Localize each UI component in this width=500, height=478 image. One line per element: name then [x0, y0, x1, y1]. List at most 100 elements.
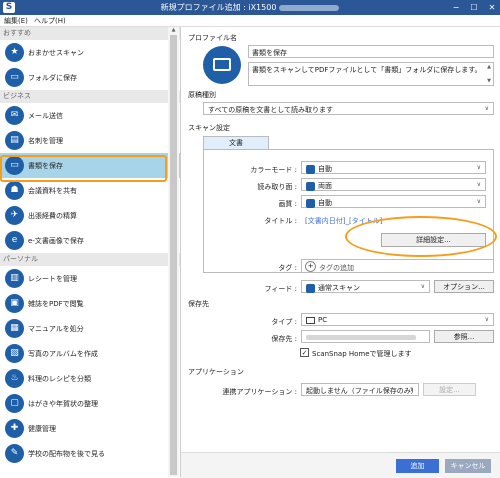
folder-icon: ▭	[5, 156, 24, 175]
sidebar-item[interactable]: ▢ はがきや年賀状の整理	[0, 391, 180, 416]
sidebar-item[interactable]: ▤ 名刺を管理	[0, 128, 180, 153]
detail-settings-button[interactable]: 詳細設定...	[381, 233, 486, 247]
sidebar-scrollbar[interactable]: ▲	[168, 27, 179, 477]
tag-input[interactable]: + タグの追加	[301, 259, 494, 273]
add-tag-icon: +	[305, 261, 316, 272]
profile-name-label: プロファイル名	[188, 34, 237, 42]
sidebar-item-label: 出張経費の精算	[28, 212, 77, 220]
sidebar-item[interactable]: ✈ 出張経費の精算	[0, 203, 180, 228]
browse-button[interactable]: 参照...	[434, 330, 494, 343]
recipe-icon: ♨	[5, 369, 24, 388]
chevron-down-icon: ∨	[409, 386, 414, 393]
chevron-down-icon: ∨	[484, 316, 489, 323]
color-mode-label: カラーモード :	[250, 166, 297, 174]
color-mode-dropdown[interactable]: 自動 ∨	[301, 161, 486, 174]
sidebar-item-label: 写真のアルバムを作成	[28, 350, 98, 358]
scan-settings-label: スキャン設定	[188, 124, 230, 132]
business-card-icon: ▤	[5, 131, 24, 150]
sidebar-item-label: 雑誌をPDFで閲覧	[28, 300, 84, 308]
image-quality-label: 画質 :	[278, 200, 297, 208]
linked-application-dropdown[interactable]: 起動しません（ファイル保存のみ） ∨	[301, 383, 419, 396]
sidebar-item[interactable]: ☗ 会議資料を共有	[0, 178, 180, 203]
sidebar-item[interactable]: ▦ マニュアルを処分	[0, 316, 180, 341]
footer-bar: 追加 キャンセル	[181, 452, 500, 478]
mail-icon: ✉	[5, 106, 24, 125]
sidebar-item[interactable]: ▣ 雑誌をPDFで閲覧	[0, 291, 180, 316]
folder-icon: ▭	[5, 68, 24, 87]
duplex-icon	[306, 181, 315, 191]
scrollbar-thumb[interactable]	[170, 35, 177, 475]
feed-label: フィード :	[264, 285, 297, 293]
profile-name-input[interactable]: 書類を保存	[248, 45, 494, 58]
save-path-input[interactable]	[301, 330, 430, 343]
menu-bar: 編集(E) ヘルプ(H)	[0, 15, 500, 27]
sidebar-item[interactable]: ✎ 学校の配布物を後で見る	[0, 441, 180, 466]
photo-album-icon: ▧	[5, 344, 24, 363]
title-format-link[interactable]: [文書内日付]_[タイトル]	[305, 216, 382, 226]
feed-options-button[interactable]: オプション...	[434, 280, 494, 293]
sidebar-item-label: 健康管理	[28, 425, 56, 433]
sidebar-item[interactable]: ✉ メール送信	[0, 103, 180, 128]
chevron-down-icon: ∨	[484, 105, 489, 112]
main-panel: プロファイル名 書類を保存 書類をスキャンしてPDFファイルとして「書類」フォル…	[181, 27, 500, 477]
image-quality-dropdown[interactable]: 自動 ∨	[301, 195, 486, 208]
sidebar-item-label: 料理のレシピを分類	[28, 375, 91, 383]
sidebar-item[interactable]: ▭ 書類を保存	[0, 153, 180, 178]
scroll-up-icon[interactable]: ▲	[170, 27, 177, 34]
profile-description-input[interactable]: 書類をスキャンしてPDFファイルとして「書類」フォルダに保存します。 ▲ ▼	[248, 62, 494, 86]
sidebar-item-label: レシートを管理	[28, 275, 77, 283]
sidebar-item[interactable]: ♨ 料理のレシピを分類	[0, 366, 180, 391]
e-document-icon: e	[5, 231, 24, 250]
manage-in-scansnap-home-label: ScanSnap Homeで管理します	[312, 350, 412, 358]
close-button[interactable]: ✕	[484, 0, 500, 15]
airplane-icon: ✈	[5, 206, 24, 225]
doc-type-label: 原稿種別	[188, 91, 216, 99]
postcard-icon: ▢	[5, 394, 24, 413]
sidebar-item-label: メール送信	[28, 112, 63, 120]
profile-icon-button[interactable]	[203, 46, 241, 84]
star-icon: ★	[5, 43, 24, 62]
sidebar-item[interactable]: ▧ 写真のアルバムを作成	[0, 341, 180, 366]
menu-help[interactable]: ヘルプ(H)	[34, 16, 66, 26]
tab-document[interactable]: 文書	[203, 136, 269, 150]
sidebar-item-label: フォルダに保存	[28, 74, 77, 82]
minimize-button[interactable]: −	[448, 0, 464, 15]
sidebar-item-label: 書類を保存	[28, 162, 63, 170]
magazine-icon: ▣	[5, 294, 24, 313]
title-label: タイトル :	[264, 217, 297, 225]
scan-side-label: 読み取り面 :	[257, 183, 297, 191]
sidebar-item-label: 名刺を管理	[28, 137, 63, 145]
scan-side-dropdown[interactable]: 両面 ∨	[301, 178, 486, 191]
feed-dropdown[interactable]: 通常スキャン ∨	[301, 280, 430, 293]
scanner-icon	[306, 283, 315, 293]
save-type-label: タイプ :	[271, 318, 297, 326]
menu-edit[interactable]: 編集(E)	[4, 16, 28, 26]
doc-type-dropdown[interactable]: すべての原稿を文書として読み取ります ∨	[203, 102, 494, 115]
cancel-button[interactable]: キャンセル	[445, 459, 491, 473]
sidebar-item[interactable]: ★ おまかせスキャン	[0, 40, 180, 65]
manage-in-scansnap-home-checkbox[interactable]: ✓	[300, 348, 309, 357]
sidebar-item-label: マニュアルを処分	[28, 325, 84, 333]
tag-label: タグ :	[278, 264, 297, 272]
sidebar-item[interactable]: ✚ 健康管理	[0, 416, 180, 441]
sidebar-item[interactable]: ▭ フォルダに保存	[0, 65, 180, 90]
sidebar-item-label: はがきや年賀状の整理	[28, 400, 98, 408]
chevron-down-icon: ∨	[476, 181, 481, 188]
folder-icon	[213, 58, 231, 71]
window-title: 新規プロファイル追加 : iX1500	[0, 2, 500, 13]
pc-icon	[306, 316, 315, 324]
chevron-down-icon: ∨	[476, 198, 481, 205]
sidebar-item-label: おまかせスキャン	[28, 49, 84, 57]
sidebar-section-header: ビジネス	[0, 90, 180, 103]
chevron-down-icon: ∨	[420, 283, 425, 290]
add-button[interactable]: 追加	[396, 459, 439, 473]
sidebar-item[interactable]: ▥ レシートを管理	[0, 266, 180, 291]
sidebar-item[interactable]: e e-文書画像で保存	[0, 228, 180, 253]
title-bar: S 新規プロファイル追加 : iX1500 − ☐ ✕	[0, 0, 500, 15]
save-type-dropdown[interactable]: PC ∨	[301, 313, 494, 326]
application-settings-button[interactable]: 設定...	[423, 383, 476, 396]
quality-icon	[306, 198, 315, 208]
save-path-label: 保存先 :	[271, 335, 297, 343]
maximize-button[interactable]: ☐	[466, 0, 482, 15]
application-label: アプリケーション	[188, 368, 244, 376]
